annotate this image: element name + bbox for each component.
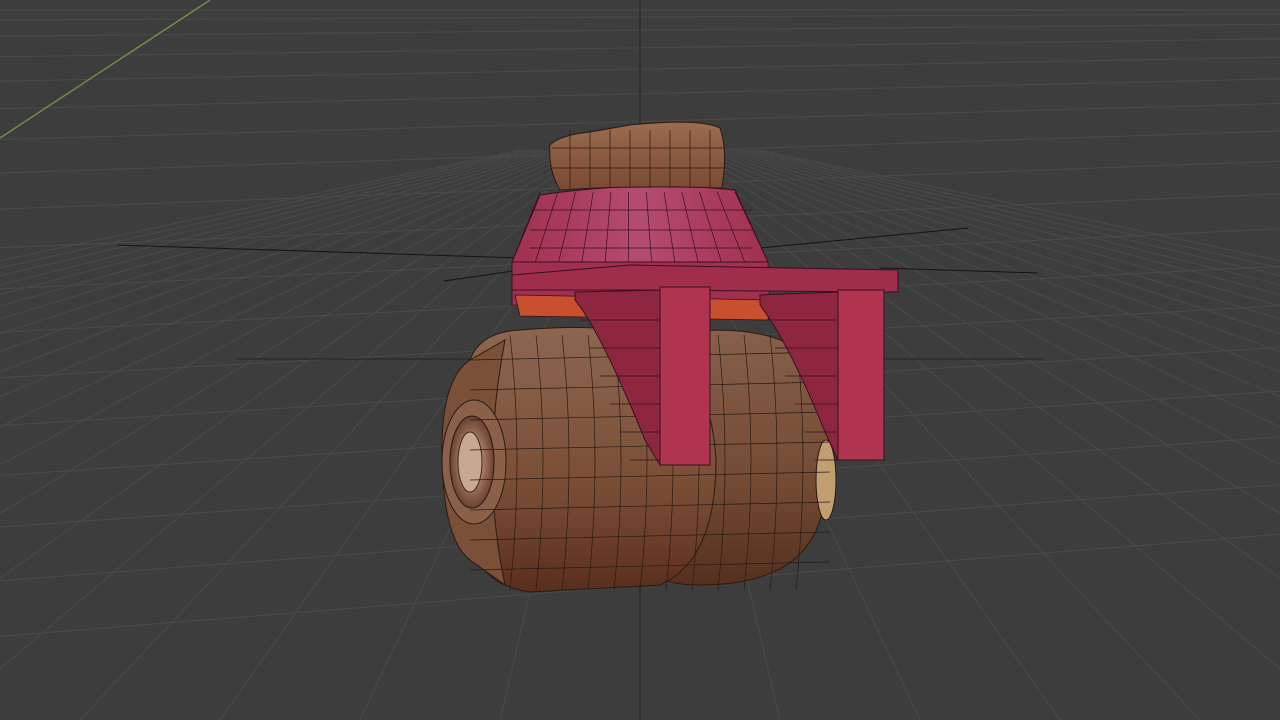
top-mount-cap[interactable] — [549, 121, 726, 191]
y-axis-line — [0, 0, 211, 139]
reference-wire — [443, 269, 521, 282]
viewport-canvas[interactable] — [0, 0, 1280, 720]
3d-viewport[interactable] — [0, 0, 1280, 720]
